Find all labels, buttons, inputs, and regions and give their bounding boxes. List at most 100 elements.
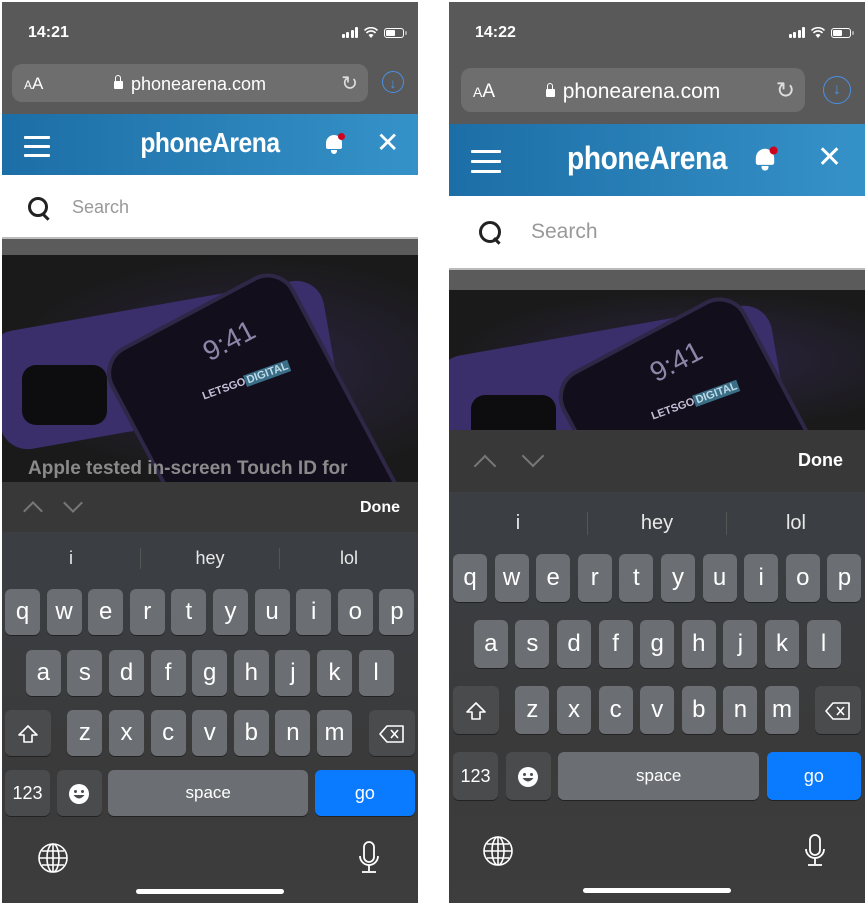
key-f[interactable]: f xyxy=(598,620,633,668)
key-b[interactable]: b xyxy=(233,710,269,756)
go-button[interactable]: go xyxy=(314,770,415,816)
key-s[interactable]: s xyxy=(67,650,103,696)
key-d[interactable]: d xyxy=(557,620,591,668)
key-b[interactable]: b xyxy=(681,686,716,734)
backspace-key[interactable] xyxy=(369,710,415,756)
key-n[interactable]: n xyxy=(723,686,758,734)
key-n[interactable]: n xyxy=(275,710,311,756)
key-s[interactable]: s xyxy=(515,620,550,668)
shift-key[interactable] xyxy=(453,686,499,734)
key-z[interactable]: z xyxy=(515,686,550,734)
download-icon[interactable]: ↓ xyxy=(823,76,851,104)
key-p[interactable]: p xyxy=(379,589,415,635)
suggestion-item[interactable]: hey xyxy=(141,548,280,569)
suggestion-item[interactable]: hey xyxy=(588,512,727,535)
key-i[interactable]: i xyxy=(744,554,779,602)
key-k[interactable]: k xyxy=(765,620,799,668)
search-input[interactable]: Search xyxy=(531,220,598,244)
key-e[interactable]: e xyxy=(88,589,124,635)
space-key[interactable]: space xyxy=(108,770,309,816)
key-m[interactable]: m xyxy=(765,686,799,734)
done-button[interactable]: Done xyxy=(798,450,843,471)
key-c[interactable]: c xyxy=(598,686,633,734)
key-v[interactable]: v xyxy=(192,710,228,756)
address-bar[interactable]: AA phonearena.com ↻ xyxy=(461,68,805,112)
suggestion-item[interactable]: i xyxy=(449,512,588,535)
key-u[interactable]: u xyxy=(702,554,737,602)
key-e[interactable]: e xyxy=(536,554,571,602)
globe-icon[interactable] xyxy=(482,835,514,872)
done-button[interactable]: Done xyxy=(360,499,400,517)
site-search-bar[interactable]: Search xyxy=(2,175,418,237)
emoji-key[interactable] xyxy=(56,770,102,816)
key-o[interactable]: o xyxy=(337,589,373,635)
key-a[interactable]: a xyxy=(473,620,508,668)
article-image[interactable]: 9:41 LETSGODIGITAL xyxy=(2,255,418,482)
key-k[interactable]: k xyxy=(317,650,352,696)
key-t[interactable]: t xyxy=(171,589,207,635)
previous-field-icon[interactable] xyxy=(473,454,497,478)
numbers-key[interactable]: 123 xyxy=(5,770,50,816)
key-w[interactable]: w xyxy=(46,589,82,635)
suggestion-item[interactable]: lol xyxy=(280,548,418,569)
key-o[interactable]: o xyxy=(785,554,820,602)
next-field-icon[interactable] xyxy=(521,444,545,468)
backspace-key[interactable] xyxy=(815,686,861,734)
key-y[interactable]: y xyxy=(213,589,248,635)
key-y[interactable]: y xyxy=(661,554,695,602)
site-search-bar[interactable]: Search xyxy=(449,196,865,268)
key-l[interactable]: l xyxy=(358,650,394,696)
previous-field-icon[interactable] xyxy=(23,501,43,521)
notification-bell-icon[interactable] xyxy=(754,146,778,171)
go-button[interactable]: go xyxy=(766,752,861,800)
microphone-icon[interactable] xyxy=(803,833,827,874)
numbers-key[interactable]: 123 xyxy=(453,752,498,800)
emoji-key[interactable] xyxy=(505,752,551,800)
key-q[interactable]: q xyxy=(453,554,487,602)
key-j[interactable]: j xyxy=(723,620,758,668)
space-key[interactable]: space xyxy=(558,752,760,800)
suggestion-item[interactable]: lol xyxy=(727,512,865,535)
key-q[interactable]: q xyxy=(5,589,40,635)
key-a[interactable]: a xyxy=(25,650,61,696)
close-icon[interactable]: ✕ xyxy=(817,140,842,175)
globe-icon[interactable] xyxy=(37,842,69,879)
key-f[interactable]: f xyxy=(150,650,186,696)
key-z[interactable]: z xyxy=(67,710,103,756)
key-i[interactable]: i xyxy=(296,589,332,635)
key-g[interactable]: g xyxy=(640,620,675,668)
key-l[interactable]: l xyxy=(806,620,841,668)
key-u[interactable]: u xyxy=(254,589,290,635)
key-p[interactable]: p xyxy=(827,554,862,602)
key-x[interactable]: x xyxy=(557,686,591,734)
shift-key[interactable] xyxy=(5,710,51,756)
reload-icon[interactable]: ↻ xyxy=(776,77,795,104)
key-v[interactable]: v xyxy=(640,686,675,734)
notification-bell-icon[interactable] xyxy=(324,133,345,154)
suggestion-item[interactable]: i xyxy=(2,548,141,569)
key-r[interactable]: r xyxy=(129,589,165,635)
site-logo[interactable]: phoneArena xyxy=(455,140,839,177)
key-m[interactable]: m xyxy=(317,710,352,756)
key-h[interactable]: h xyxy=(233,650,269,696)
key-c[interactable]: c xyxy=(150,710,186,756)
article-image[interactable]: 9:41 LETSGODIGITAL xyxy=(449,290,865,430)
search-input[interactable]: Search xyxy=(72,197,129,218)
article-headline[interactable]: Apple tested in-screen Touch ID for xyxy=(28,458,348,480)
home-indicator[interactable] xyxy=(583,888,731,893)
key-h[interactable]: h xyxy=(681,620,716,668)
next-field-icon[interactable] xyxy=(63,493,83,513)
close-icon[interactable]: ✕ xyxy=(376,126,399,159)
key-t[interactable]: t xyxy=(619,554,654,602)
key-j[interactable]: j xyxy=(275,650,311,696)
key-g[interactable]: g xyxy=(192,650,228,696)
key-r[interactable]: r xyxy=(577,554,612,602)
address-bar[interactable]: AAAA phonearena.com ↻ xyxy=(12,64,368,102)
microphone-icon[interactable] xyxy=(357,840,381,881)
key-x[interactable]: x xyxy=(109,710,144,756)
key-w[interactable]: w xyxy=(494,554,529,602)
home-indicator[interactable] xyxy=(136,889,284,894)
reload-icon[interactable]: ↻ xyxy=(341,71,358,96)
download-icon[interactable]: ↓ xyxy=(382,71,404,93)
key-d[interactable]: d xyxy=(109,650,144,696)
